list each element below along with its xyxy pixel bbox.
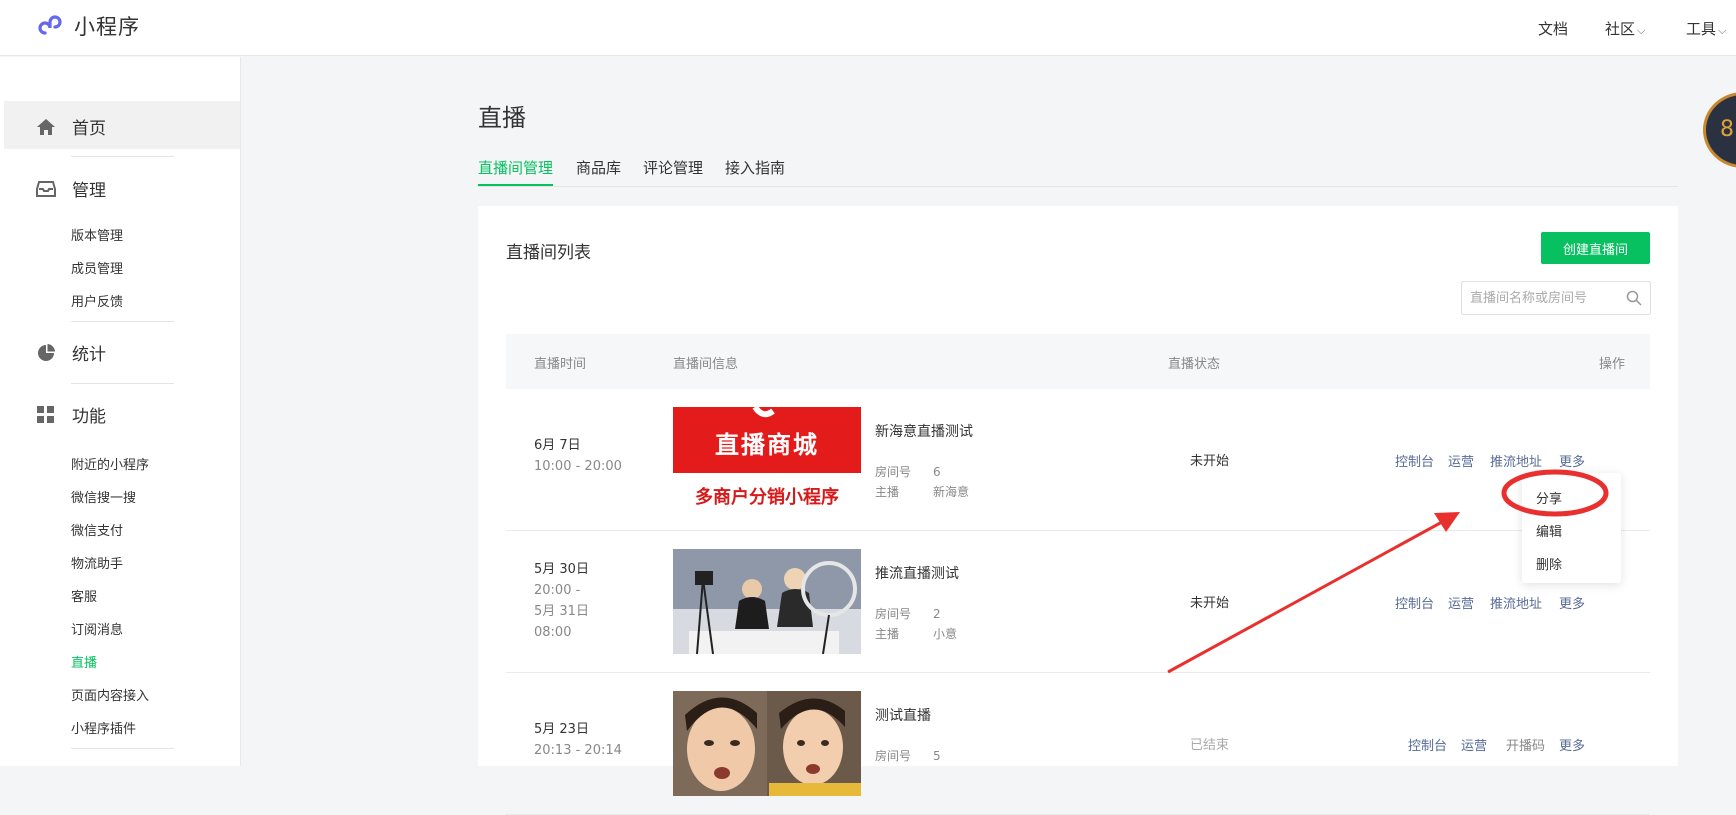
active-tab-indicator [478, 184, 553, 186]
table-header: 直播时间 直播间信息 直播状态 操作 [506, 334, 1650, 389]
sidebar-item-service[interactable]: 客服 [71, 586, 97, 605]
sidebar-item-live[interactable]: 直播 [71, 652, 97, 671]
room-thumbnail [673, 691, 861, 796]
divider [71, 748, 174, 749]
tab-room-manage[interactable]: 直播间管理 [478, 157, 553, 178]
sidebar-item-manage[interactable]: 管理 [36, 176, 106, 201]
room-number: 房间号 2 [875, 607, 941, 621]
room-host: 主播 新海意 [875, 485, 970, 499]
miniprogram-logo-icon [38, 15, 62, 35]
menu-item-edit[interactable]: 编辑 [1536, 521, 1562, 540]
divider [71, 321, 174, 322]
sidebar-item-label: 功能 [72, 407, 106, 427]
grid-icon [36, 405, 56, 425]
nav-docs[interactable]: 文档 [1538, 18, 1568, 39]
app-name: 小程序 [74, 15, 140, 39]
menu-item-share[interactable]: 分享 [1536, 488, 1562, 507]
pie-chart-icon [36, 343, 56, 363]
sidebar-item-pay[interactable]: 微信支付 [71, 520, 123, 539]
live-time: 6月 7日 10:00 - 20:00 [534, 438, 622, 474]
col-status: 直播状态 [1168, 357, 1221, 372]
menu-item-delete[interactable]: 删除 [1536, 554, 1562, 573]
app-logo[interactable]: 小程序 [36, 11, 140, 41]
home-icon [36, 117, 56, 137]
tab-bar: 直播间管理 商品库 评论管理 接入指南 [478, 155, 1678, 187]
page-title: 直播 [478, 104, 526, 132]
live-time: 5月 30日 20:00 - 5月 31日 08:00 [534, 562, 589, 640]
live-room-panel: 直播间列表 创建直播间 直播时间 直播间信息 直播状态 操作 6月 7日 10:… [478, 206, 1678, 815]
operations-link[interactable]: 运营 [1448, 593, 1474, 612]
sidebar-item-logistics[interactable]: 物流助手 [71, 553, 123, 572]
table-row: 5月 23日 20:13 - 20:14 测试直播 房间号 5 已结束 控制台 … [506, 673, 1650, 815]
stream-url-link[interactable]: 推流地址 [1490, 451, 1542, 470]
stream-code-link[interactable]: 开播码 [1506, 735, 1545, 754]
status-text: 已结束 [1190, 738, 1230, 753]
more-link[interactable]: 更多 [1559, 451, 1585, 470]
sidebar-item-plugins[interactable]: 小程序插件 [71, 718, 136, 737]
operations-link[interactable]: 运营 [1448, 451, 1474, 470]
nav-tools[interactable]: 工具 ⌵ [1686, 18, 1726, 39]
more-link[interactable]: 更多 [1559, 593, 1585, 612]
create-room-button[interactable]: 创建直播间 [1541, 232, 1650, 264]
col-time: 直播时间 [534, 357, 587, 372]
chevron-down-icon: ⌵ [1718, 24, 1727, 37]
room-name: 新海意直播测试 [875, 424, 973, 440]
chevron-down-icon: ⌵ [1637, 24, 1646, 37]
sidebar-item-search[interactable]: 微信搜一搜 [71, 487, 136, 506]
sidebar-item-content[interactable]: 页面内容接入 [71, 685, 149, 704]
sidebar-item-label: 管理 [72, 181, 106, 201]
console-link[interactable]: 控制台 [1395, 451, 1434, 470]
room-name: 推流直播测试 [875, 566, 959, 582]
sidebar-item-label: 统计 [72, 345, 106, 365]
stream-url-link[interactable]: 推流地址 [1490, 593, 1542, 612]
col-info: 直播间信息 [673, 357, 739, 372]
sidebar-item-version[interactable]: 版本管理 [71, 225, 123, 244]
col-ops: 操作 [1599, 357, 1626, 372]
more-dropdown-menu: 分享 编辑 删除 [1522, 473, 1621, 583]
sidebar-item-feedback[interactable]: 用户反馈 [71, 291, 123, 310]
status-text: 未开始 [1190, 596, 1230, 611]
more-link[interactable]: 更多 [1559, 735, 1585, 754]
search-box [1461, 281, 1651, 315]
tab-products[interactable]: 商品库 [576, 157, 621, 178]
room-number: 房间号 5 [875, 749, 941, 763]
sidebar-item-subscribe[interactable]: 订阅消息 [71, 619, 123, 638]
operations-link[interactable]: 运营 [1461, 735, 1487, 754]
table-row: 5月 30日 20:00 - 5月 31日 08:00 推流直播测试 房间号 2… [506, 531, 1650, 673]
search-input[interactable] [1470, 289, 1620, 307]
divider [71, 383, 174, 384]
live-time: 5月 23日 20:13 - 20:14 [534, 722, 622, 758]
room-host: 主播 小意 [875, 627, 958, 641]
inbox-icon [36, 179, 56, 199]
room-thumbnail: 直播商城 多商户分销小程序 [673, 407, 861, 512]
sidebar-item-members[interactable]: 成员管理 [71, 258, 123, 277]
status-text: 未开始 [1190, 454, 1230, 469]
room-thumbnail [673, 549, 861, 654]
sidebar: 首页 管理 版本管理 成员管理 用户反馈 统计 功能 附近的小程序 微信搜一搜 … [0, 57, 241, 766]
table-row: 6月 7日 10:00 - 20:00 直播商城 多商户分销小程序 新海意直播测… [506, 389, 1650, 531]
tab-guide[interactable]: 接入指南 [725, 157, 785, 178]
sidebar-item-features[interactable]: 功能 [36, 402, 106, 427]
floating-badge[interactable]: 8 [1703, 92, 1736, 168]
thumbnail-caption: 直播商城 [715, 431, 819, 459]
console-link[interactable]: 控制台 [1408, 735, 1447, 754]
tab-comments[interactable]: 评论管理 [643, 157, 703, 178]
console-link[interactable]: 控制台 [1395, 593, 1434, 612]
thumbnail-caption: 多商户分销小程序 [695, 487, 839, 508]
sidebar-item-stats[interactable]: 统计 [36, 340, 106, 365]
divider [71, 156, 174, 157]
sidebar-item-nearby[interactable]: 附近的小程序 [71, 454, 149, 473]
top-bar: 小程序 文档 社区 ⌵ 工具 ⌵ [0, 0, 1736, 56]
nav-community[interactable]: 社区 ⌵ [1605, 18, 1645, 39]
search-icon[interactable] [1626, 290, 1642, 310]
room-name: 测试直播 [875, 708, 931, 724]
list-title: 直播间列表 [506, 243, 591, 263]
sidebar-item-home[interactable]: 首页 [36, 114, 106, 139]
sidebar-item-label: 首页 [72, 119, 106, 139]
room-number: 房间号 6 [875, 465, 941, 479]
